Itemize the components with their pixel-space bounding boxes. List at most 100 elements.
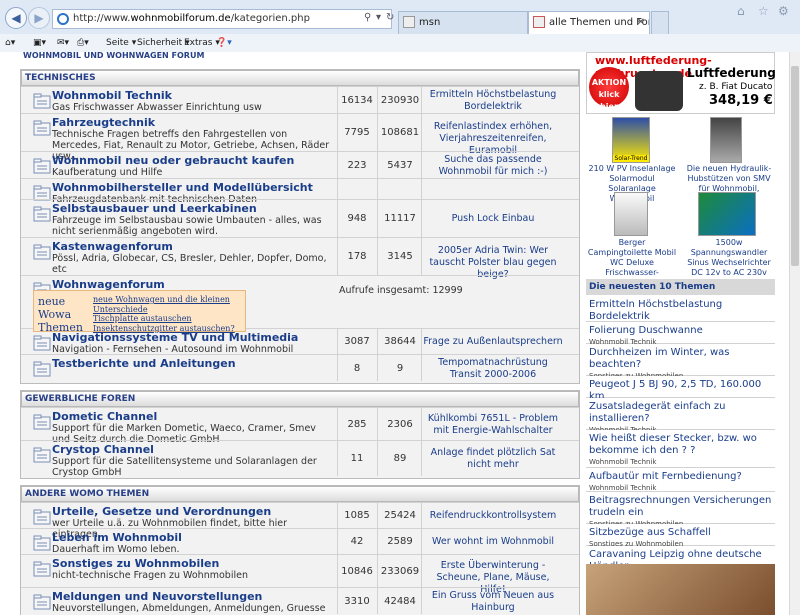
last-post-link[interactable]: Anlage findet plötzlich Sat nicht mehr	[423, 447, 563, 471]
last-post-link[interactable]: Tempomatnachrüstung Transit 2000-2006	[423, 357, 563, 381]
section-header: TECHNISCHES	[21, 70, 579, 86]
forum-title[interactable]: Wohnmobil Technik	[52, 89, 172, 102]
column-divider	[421, 588, 422, 614]
last-post-link[interactable]: Ermitteln Höchstbelastung Bordelektrik	[423, 89, 563, 113]
column-divider	[337, 238, 338, 275]
inverter-product-image[interactable]	[698, 192, 756, 236]
favorites-icon[interactable]: ☆	[758, 4, 769, 18]
last-post-link[interactable]: Reifendruckkontrollsystem	[423, 510, 563, 522]
refresh-icon[interactable]: ↻	[386, 12, 394, 23]
address-bar[interactable]: http://www.wohnmobilforum.de/kategorien.…	[52, 9, 392, 29]
back-button[interactable]: ◀	[5, 7, 27, 29]
tab-active[interactable]: alle Themen und Foren - W... ✕	[528, 11, 650, 34]
dropdown-icon[interactable]: ▾	[376, 12, 381, 23]
post-count: 38644	[384, 336, 416, 347]
menu-extras[interactable]: Extras ▾	[184, 34, 220, 52]
column-divider	[421, 441, 422, 476]
forum-folder-icon	[33, 158, 51, 174]
tab-msn[interactable]: msn	[398, 11, 528, 34]
forum-title[interactable]: Urteile, Gesetze und Verordnungen	[52, 505, 271, 518]
forum-folder-icon	[33, 509, 51, 525]
menu-seite[interactable]: Seite ▾	[106, 34, 136, 52]
column-divider	[337, 87, 338, 113]
vertical-scrollbar[interactable]	[789, 52, 800, 615]
hydraulic-product-image[interactable]	[710, 117, 742, 163]
newest-topic-title[interactable]: Durchheizen im Winter, was beachten?	[586, 344, 775, 371]
forum-title[interactable]: Crystop Channel	[52, 443, 154, 456]
sidebar-ads: www.luftfederung-nachruesten.de AKTION k…	[586, 52, 776, 297]
column-divider	[377, 588, 378, 614]
mail-icon[interactable]: ✉▾	[57, 34, 69, 52]
forum-title[interactable]: Testberichte und Anleitungen	[52, 357, 236, 370]
column-divider	[337, 408, 338, 440]
forum-row: Kastenwagenforum Pössl, Adria, Globecar, …	[21, 237, 579, 280]
forum-folder-icon	[33, 561, 51, 577]
last-post-link[interactable]: Kühlkombi 7651L - Problem mit Energie-Wa…	[423, 413, 563, 437]
forum-folder-icon	[33, 594, 51, 610]
post-count: 9	[396, 362, 404, 374]
last-post-link[interactable]: Wer wohnt im Wohnmobil	[423, 536, 563, 548]
air-suspension-ad[interactable]: www.luftfederung-nachruesten.de AKTION k…	[586, 52, 776, 114]
print-icon[interactable]: ⎙▾	[77, 34, 89, 52]
popup-links: neue Wohnwagen und die kleinen Unterschi…	[93, 295, 245, 333]
help-icon[interactable]: ❓▾	[216, 34, 232, 52]
forum-title[interactable]: Leben im Wohnmobil	[52, 531, 182, 544]
tab-label: alle Themen und Foren - W...	[549, 17, 649, 28]
newest-topic-title[interactable]: Folierung Duschwanne	[586, 322, 775, 337]
section-header: ANDERE WOMO THEMEN	[21, 486, 579, 502]
feeds-icon[interactable]: ▣▾	[33, 34, 46, 52]
forum-title[interactable]: Wohnmobilhersteller und Modellübersicht	[52, 181, 313, 194]
address-path: /kategorien.php	[230, 13, 310, 24]
search-icon[interactable]: ⚲	[364, 12, 371, 23]
popup-link[interactable]: Insektenschutzgitter austauschen?	[93, 324, 245, 334]
gear-icon[interactable]: ⚙	[778, 4, 789, 18]
last-post-link[interactable]: Suche das passende Wohnmobil für mich :-…	[423, 154, 563, 178]
view-count: Aufrufe insgesamt: 12999	[339, 285, 463, 296]
scrollbar-thumb[interactable]	[791, 66, 799, 266]
solar-trend-badge: Solar-Trend	[613, 155, 649, 162]
last-post-link[interactable]: Ein Gruss vom Neuen aus Hainburg	[423, 590, 563, 614]
topic-count: 8	[353, 362, 361, 374]
newest-topic-title[interactable]: Ermitteln Höchstbelastung Bordelektrik	[586, 296, 775, 323]
newest-topic-title[interactable]: Wie heißt dieser Stecker, bzw. wo bekomm…	[586, 430, 775, 457]
forum-title[interactable]: Selbstausbauer und Leerkabinen	[52, 202, 257, 215]
column-divider	[377, 329, 378, 354]
home-icon[interactable]: ⌂	[737, 4, 745, 18]
popup-link[interactable]: neue Wohnwagen und die kleinen Unterschi…	[93, 295, 245, 314]
topic-count: 16134	[341, 94, 373, 106]
toilet-product-image[interactable]	[614, 192, 648, 236]
forum-title[interactable]: Sonstiges zu Wohnmobilen	[52, 557, 219, 570]
web-page: WOHNMOBIL UND WOHNWAGEN FORUM TECHNISCHE…	[0, 52, 789, 615]
last-post-link[interactable]: Push Lock Einbau	[423, 213, 563, 225]
column-divider	[421, 152, 422, 178]
forum-title[interactable]: Fahrzeugtechnik	[52, 116, 155, 129]
forum-title[interactable]: Wohnmobil neu oder gebraucht kaufen	[52, 154, 294, 167]
column-divider	[337, 114, 338, 151]
popup-link[interactable]: Tischplatte austauschen	[93, 314, 245, 324]
newest-topic-title[interactable]: Aufbautür mit Fernbedienung?	[586, 468, 775, 483]
last-post-link[interactable]: Frage zu Außenlautsprechern	[423, 336, 563, 348]
newest-topic-item: Sitzbezüge aus Schaffell Sonstiges zu Woh…	[586, 524, 775, 548]
newest-topic-item: Ermitteln Höchstbelastung BordelektrikWo…	[586, 296, 775, 332]
address-prefix: http://www.	[73, 13, 131, 24]
new-tab-button[interactable]	[651, 11, 669, 34]
topic-count: 1085	[344, 510, 370, 521]
column-divider	[377, 179, 378, 199]
newest-topic-title[interactable]: Zusatsladegerät einfach zu installieren?	[586, 398, 775, 425]
forum-title[interactable]: Dometic Channel	[52, 410, 157, 423]
column-divider	[421, 238, 422, 275]
solar-product-image[interactable]: Solar-Trend	[612, 117, 650, 163]
ad-photo[interactable]	[586, 564, 775, 615]
newest-topic-title[interactable]: Beitragsrechnungen Versicherungen trudel…	[586, 492, 775, 519]
column-divider	[377, 238, 378, 275]
forward-button[interactable]: ▶	[28, 7, 50, 29]
newest-topic-item: Beitragsrechnungen Versicherungen trudel…	[586, 492, 775, 528]
forum-title[interactable]: Kastenwagenforum	[52, 240, 173, 253]
topic-count: 10846	[341, 565, 373, 577]
forum-title[interactable]: Meldungen und Neuvorstellungen	[52, 590, 262, 603]
close-tab-icon[interactable]: ✕	[637, 12, 645, 33]
newest-topic-title[interactable]: Sitzbezüge aus Schaffell	[586, 524, 775, 539]
newest-topics-header: Die neuesten 10 Themen	[586, 279, 775, 295]
menu-sicherheit[interactable]: Sicherheit ▾	[137, 34, 190, 52]
home-menu-icon[interactable]: ⌂▾	[5, 34, 15, 52]
